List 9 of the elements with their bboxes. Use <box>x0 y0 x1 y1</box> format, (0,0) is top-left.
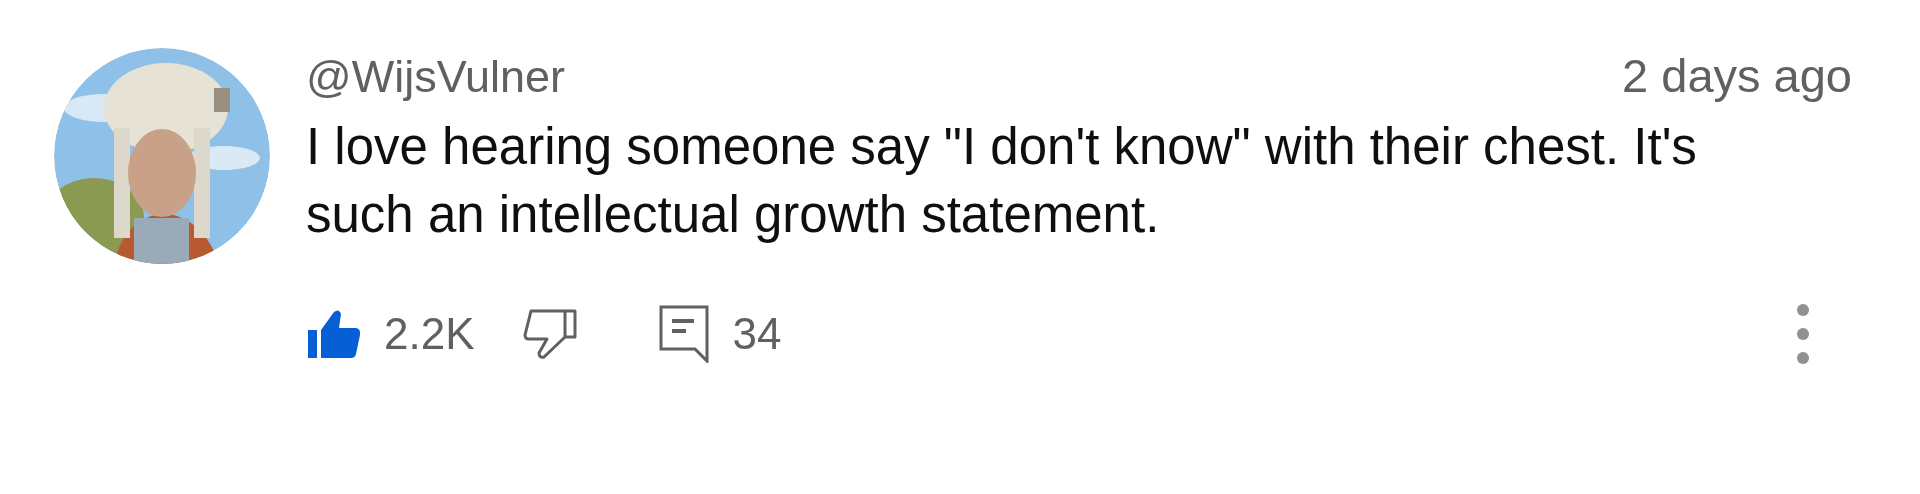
reply-count: 34 <box>732 309 782 359</box>
comment-text: I love hearing someone say "I don't know" with their chest. It's such an intellectual growth statement. <box>306 117 1698 245</box>
username[interactable]: @WijsVulner <box>306 51 566 103</box>
thumbs-down-icon[interactable] <box>522 307 579 361</box>
comment-icon[interactable] <box>658 305 709 363</box>
like-count: 2.2K <box>384 309 475 359</box>
timestamp: 2 days ago <box>1622 48 1852 103</box>
thumbs-up-icon[interactable] <box>306 308 362 360</box>
more-options-icon[interactable] <box>1796 303 1810 365</box>
